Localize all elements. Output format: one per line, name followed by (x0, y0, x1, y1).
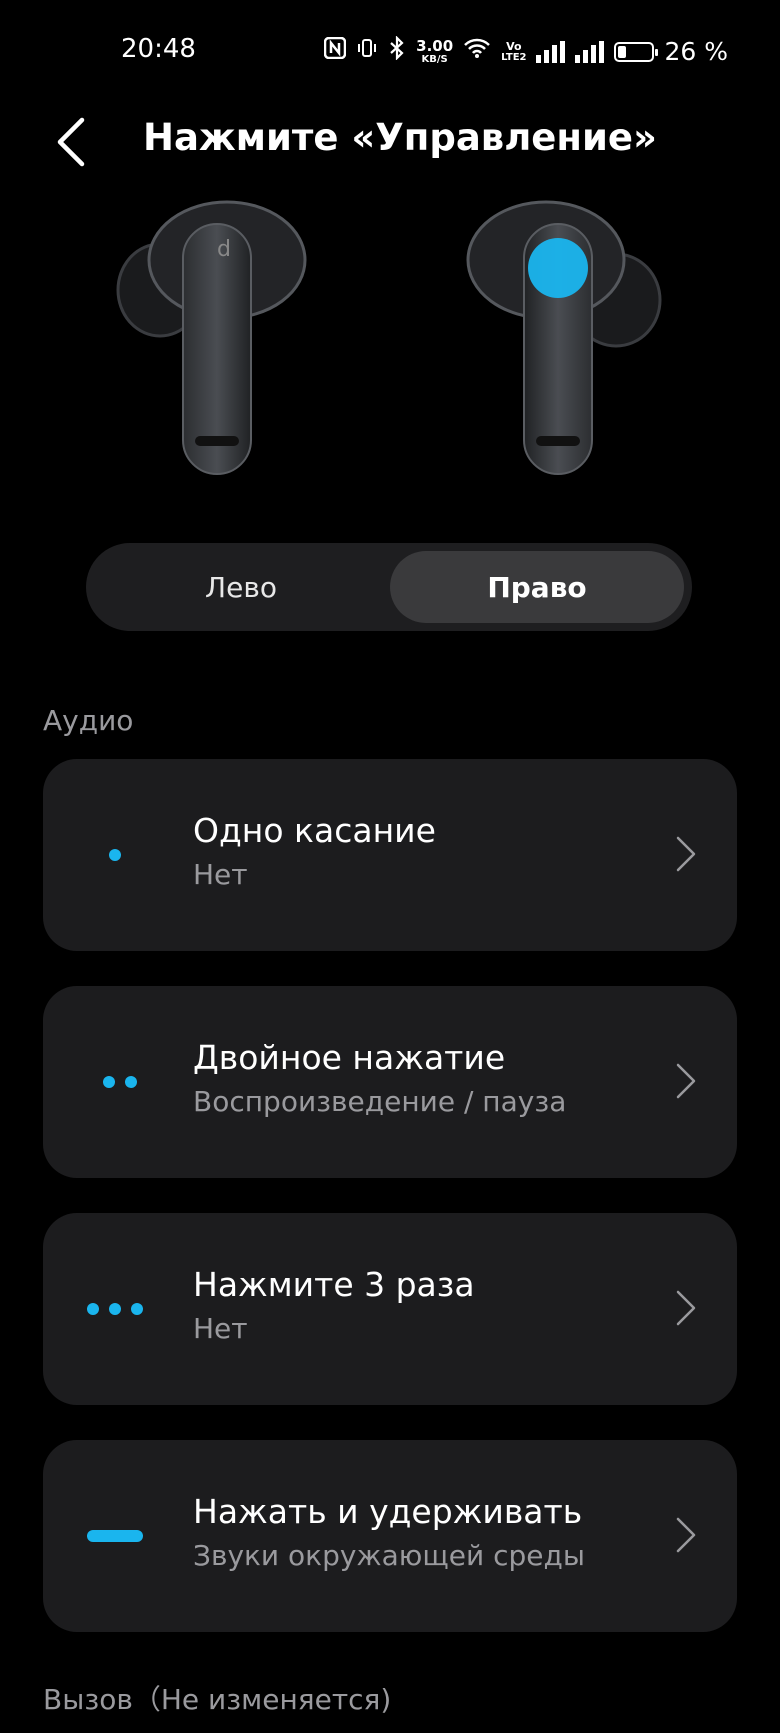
chevron-right-icon (676, 836, 696, 872)
double-dot-icon (87, 986, 167, 1178)
battery-icon (614, 41, 659, 62)
status-time: 20:48 (121, 34, 196, 64)
control-title: Двойное нажатие (193, 1038, 506, 1077)
vibrate-icon (356, 37, 378, 66)
touch-indicator (528, 238, 588, 298)
volte-bottom-label: LTE2 (501, 51, 527, 63)
network-speed-value: 3.00 (416, 36, 454, 55)
network-speed-unit: KB/S (421, 53, 448, 65)
chevron-right-icon (676, 1290, 696, 1326)
signal-2-icon (575, 40, 605, 63)
control-title: Нажмите 3 раза (193, 1265, 475, 1304)
wifi-icon (463, 37, 491, 66)
section-call-label: Вызов（Не изменяется) (43, 1683, 392, 1716)
volte-top-label: Vo (506, 39, 522, 53)
battery-level (618, 45, 627, 58)
control-single-tap[interactable]: Одно касание Нет (43, 759, 737, 951)
volte-icon: Vo LTE2 (501, 41, 526, 63)
chevron-right-icon (676, 1063, 696, 1099)
control-title: Одно касание (193, 811, 436, 850)
left-earbud-image: d (115, 200, 315, 480)
control-triple-tap[interactable]: Нажмите 3 раза Нет (43, 1213, 737, 1405)
status-bar: 20:48 3.00 KB/S Vo LTE2 26 % (0, 0, 780, 104)
tab-right[interactable]: Право (390, 551, 684, 623)
nfc-icon (323, 36, 347, 66)
single-dot-icon (87, 759, 167, 951)
page-title: Нажмите «Управление» (143, 116, 657, 159)
right-earbud-image (466, 200, 666, 480)
control-value: Воспроизведение / пауза (193, 1085, 567, 1118)
svg-text:d: d (217, 237, 231, 262)
control-double-tap[interactable]: Двойное нажатие Воспроизведение / пауза (43, 986, 737, 1178)
network-speed: 3.00 KB/S (416, 36, 454, 65)
side-selector: Лево Право (86, 543, 692, 631)
control-value: Нет (193, 858, 248, 891)
tab-left[interactable]: Лево (94, 551, 388, 623)
triple-dot-icon (87, 1213, 167, 1405)
back-button[interactable] (52, 112, 102, 172)
chevron-left-icon (57, 117, 85, 167)
control-title: Нажать и удерживать (193, 1492, 583, 1531)
long-press-dash-icon (87, 1440, 167, 1632)
control-value: Нет (193, 1312, 248, 1345)
signal-1-icon (536, 40, 566, 63)
section-audio-label: Аудио (43, 704, 134, 737)
status-icons: 3.00 KB/S Vo LTE2 26 % (323, 35, 728, 67)
chevron-right-icon (676, 1517, 696, 1553)
battery-percent: 26 % (664, 36, 728, 66)
control-press-hold[interactable]: Нажать и удерживать Звуки окружающей сре… (43, 1440, 737, 1632)
bluetooth-icon (388, 35, 406, 67)
control-value: Звуки окружающей среды (193, 1539, 585, 1572)
